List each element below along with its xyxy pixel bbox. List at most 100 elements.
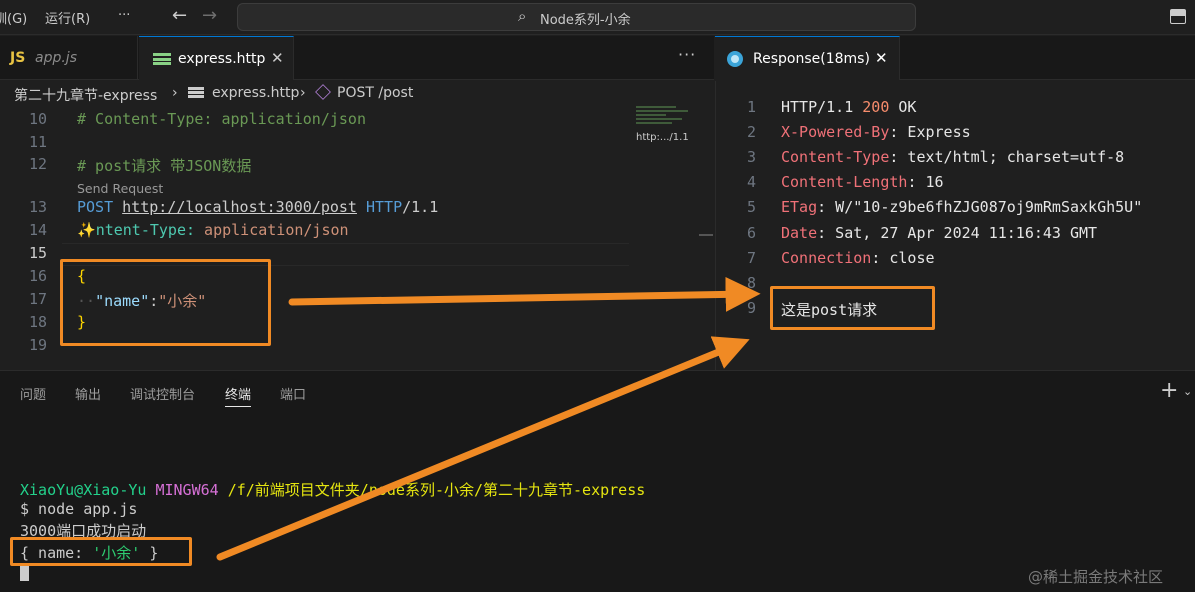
header-value: : W/"10-z9be6fhZJG087oj9mRmSaxkGh5U" xyxy=(817,198,1143,216)
response-text: HTTP/1.1 200 OK xyxy=(781,98,916,116)
line-number: 16 xyxy=(28,267,47,285)
header-key: Content-Type xyxy=(781,148,890,166)
tab-response[interactable]: Response(18ms) ✕ xyxy=(715,36,900,80)
editor-tab-bar: JS app.js express.http ✕ xyxy=(0,36,714,80)
response-text: X-Powered-By: Express xyxy=(781,123,971,141)
line-number: 19 xyxy=(28,336,47,354)
send-request-codelens[interactable]: Send Request xyxy=(77,181,163,196)
line-number: 10 xyxy=(28,110,47,128)
editor-more-actions-icon[interactable]: ··· xyxy=(678,45,696,64)
line-number: 12 xyxy=(28,155,47,173)
header-value: : 16 xyxy=(907,173,944,191)
tab-label: express.http xyxy=(178,51,266,67)
tab-ports[interactable]: 端口 xyxy=(280,384,306,403)
http-method: POST xyxy=(77,198,114,216)
breadcrumb-folder[interactable]: 第二十九章节-express xyxy=(14,85,157,105)
header-value: : close xyxy=(871,249,935,267)
terminal-user: XiaoYu@Xiao-Yu xyxy=(20,481,147,499)
menu-run[interactable]: 运行(R) xyxy=(45,8,90,27)
forward-arrow-icon[interactable]: → xyxy=(202,5,217,26)
annotation-box-terminal-output xyxy=(10,537,192,566)
line-number: 7 xyxy=(746,249,756,267)
line-number: 4 xyxy=(746,173,756,191)
line-number: 18 xyxy=(28,313,47,331)
header-key: Content-Length xyxy=(781,173,908,191)
breadcrumb-separator: › xyxy=(300,85,306,101)
status-code: 200 xyxy=(862,98,890,116)
search-icon: ⌕ xyxy=(518,7,527,25)
http-version: /1.1 xyxy=(402,198,439,216)
response-line: 6 Date: Sat, 27 Apr 2024 11:16:43 GMT xyxy=(716,224,1186,249)
chevron-down-icon[interactable]: ⌄ xyxy=(1183,385,1192,398)
code-line: 10 # Content-Type: application/json xyxy=(0,110,630,133)
annotation-box-request-body xyxy=(60,259,271,346)
title-bar: 訓(G) 运行(R) ··· ← → ⌕ Node系列-小余 xyxy=(0,0,1195,35)
tab-output[interactable]: 输出 xyxy=(75,384,101,403)
http-protocol: HTTP xyxy=(366,198,403,216)
code-text: POST http://localhost:3000/post HTTP/1.1 xyxy=(77,198,438,216)
menu-more-icon[interactable]: ··· xyxy=(118,8,130,23)
code-text: # post请求 带JSON数据 xyxy=(77,157,252,175)
breadcrumb-symbol[interactable]: POST /post xyxy=(337,85,413,101)
line-number: 13 xyxy=(28,198,47,216)
command-center-search[interactable]: ⌕ Node系列-小余 xyxy=(237,3,916,31)
tab-express-http[interactable]: express.http ✕ xyxy=(139,36,294,80)
globe-icon xyxy=(727,51,743,67)
tab-debug-console[interactable]: 调试控制台 xyxy=(130,384,195,403)
code-text: # Content-Type: application/json xyxy=(77,110,366,128)
breadcrumb-separator: › xyxy=(172,85,178,101)
request-url[interactable]: http://localhost:3000/post xyxy=(122,198,357,216)
watermark: @稀土掘金技术社区 xyxy=(1028,568,1164,586)
header-value: application/json xyxy=(195,221,349,239)
terminal-env: MINGW64 xyxy=(155,481,219,499)
breadcrumb: 第二十九章节-express › express.http › POST /po… xyxy=(0,81,714,106)
line-number: 5 xyxy=(746,198,756,216)
response-tab-bar: Response(18ms) ✕ xyxy=(715,36,1195,80)
tab-terminal[interactable]: 终端 xyxy=(225,384,252,407)
line-number: 9 xyxy=(746,299,756,317)
lightbulb-icon[interactable]: ✨ xyxy=(77,221,96,239)
terminal-cursor xyxy=(20,564,29,581)
back-arrow-icon[interactable]: ← xyxy=(172,5,187,26)
terminal-command: $ node app.js xyxy=(20,500,138,518)
code-text: ✨ntent-Type: application/json xyxy=(77,221,349,239)
breadcrumb-file[interactable]: express.http xyxy=(212,85,299,101)
status-text: OK xyxy=(889,98,917,116)
line-number: 11 xyxy=(28,133,47,151)
annotation-box-response-body xyxy=(770,286,935,330)
scrollbar-marker[interactable] xyxy=(699,234,713,236)
header-key: Connection xyxy=(781,249,872,267)
line-number: 1 xyxy=(746,98,756,116)
response-text: Date: Sat, 27 Apr 2024 11:16:43 GMT xyxy=(781,224,1097,242)
code-line: 14 ✨ntent-Type: application/json xyxy=(0,221,630,244)
code-line: 13 POST http://localhost:3000/post HTTP/… xyxy=(0,198,630,221)
response-text: Connection: close xyxy=(781,249,935,267)
http-file-icon xyxy=(153,53,171,65)
menu-go[interactable]: 訓(G) xyxy=(0,8,27,27)
line-number: 6 xyxy=(746,224,756,242)
response-line: 1 HTTP/1.1 200 OK xyxy=(716,98,1186,123)
tab-label: Response(18ms) xyxy=(753,51,870,67)
code-line: 12 # post请求 带JSON数据 xyxy=(0,155,630,178)
header-key: ETag xyxy=(781,198,818,216)
http-file-icon xyxy=(188,87,204,98)
header-value: : text/html; charset=utf-8 xyxy=(889,148,1125,166)
line-number: 17 xyxy=(28,290,47,308)
response-line: 5 ETag: W/"10-z9be6fhZJG087oj9mRmSaxkGh5… xyxy=(716,198,1186,223)
response-line: 3 Content-Type: text/html; charset=utf-8 xyxy=(716,148,1186,173)
terminal-path: /f/前端项目文件夹/node系列-小余/第二十九章节-express xyxy=(227,481,646,499)
tab-problems[interactable]: 问题 xyxy=(20,384,46,403)
terminal-prompt-line: XiaoYu@Xiao-Yu MINGW64 /f/前端项目文件夹/node系列… xyxy=(20,479,645,500)
new-terminal-plus-icon[interactable]: + xyxy=(1160,378,1178,403)
line-number: 8 xyxy=(746,274,756,292)
response-text: ETag: W/"10-z9be6fhZJG087oj9mRmSaxkGh5U" xyxy=(781,198,1142,216)
close-icon[interactable]: ✕ xyxy=(875,49,888,67)
tab-app-js[interactable]: JS app.js xyxy=(0,36,138,80)
response-line: 2 X-Powered-By: Express xyxy=(716,123,1186,148)
js-file-icon: JS xyxy=(10,50,26,66)
close-icon[interactable]: ✕ xyxy=(271,49,284,67)
code-line: 11 xyxy=(0,133,630,156)
toggle-panel-icon[interactable] xyxy=(1170,9,1186,24)
search-text: Node系列-小余 xyxy=(540,13,631,28)
response-text: Content-Length: 16 xyxy=(781,173,944,191)
